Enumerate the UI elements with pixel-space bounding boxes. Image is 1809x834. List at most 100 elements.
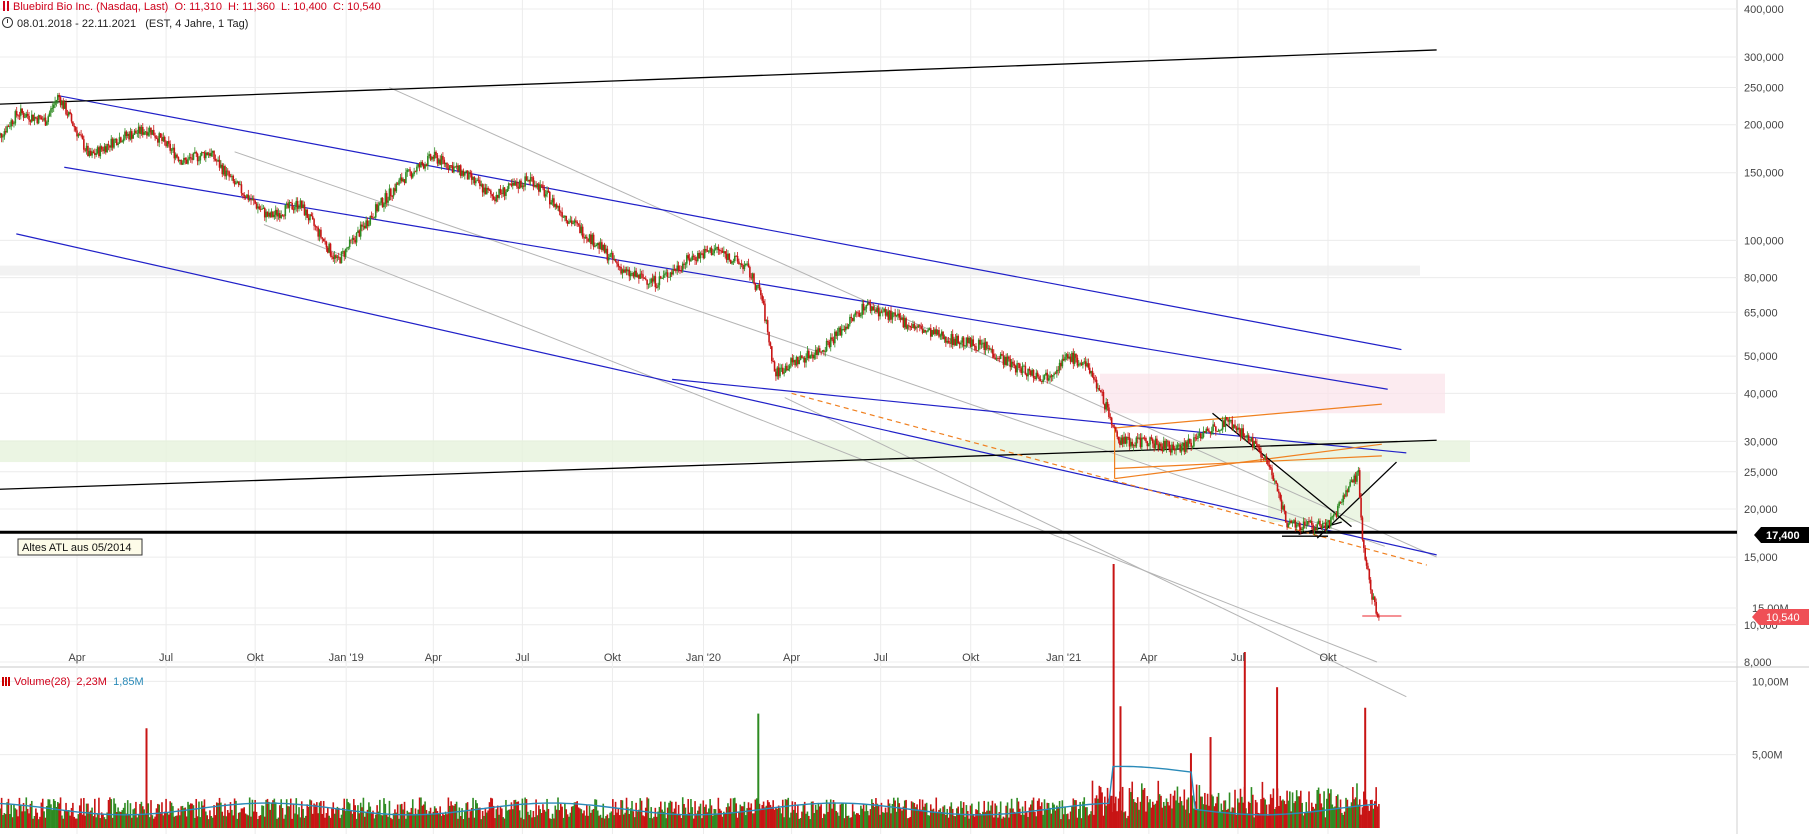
candle-body — [1017, 363, 1020, 365]
stock-chart[interactable]: 400,000300,000250,000200,000150,000100,0… — [0, 0, 1809, 834]
volume-bar — [1338, 807, 1340, 828]
candle-body — [1297, 523, 1299, 525]
candle-body — [72, 121, 74, 126]
volume-bar — [980, 814, 983, 828]
volume-bar — [69, 815, 71, 828]
candle-body — [765, 320, 768, 322]
volume-bar — [562, 817, 565, 828]
candle-body — [381, 198, 384, 208]
volume-bar — [866, 810, 869, 828]
candle-body — [1143, 437, 1146, 439]
volume-bar — [1009, 808, 1012, 828]
volume-bar — [1347, 807, 1350, 828]
candle-body — [572, 223, 574, 224]
volume-bar — [295, 798, 298, 828]
candle-body — [270, 211, 273, 217]
candle-body — [754, 283, 757, 290]
candle-body — [816, 349, 818, 355]
candle-body — [1076, 357, 1079, 366]
volume-bar — [612, 799, 614, 828]
candle-body — [909, 326, 912, 328]
candle-body — [1109, 417, 1112, 418]
candle-body — [845, 326, 847, 331]
candle-body — [1356, 472, 1358, 482]
candle-body — [558, 205, 561, 212]
volume-bar — [703, 806, 706, 828]
candle-body — [191, 158, 193, 160]
volume-bar — [564, 803, 566, 828]
volume-bar — [52, 799, 55, 828]
candle-body — [354, 239, 356, 243]
candle-body — [919, 325, 921, 327]
candle-body — [548, 192, 551, 205]
volume-bar — [141, 806, 144, 828]
candle-body — [707, 251, 710, 253]
old-atl-annotation[interactable]: Altes ATL aus 05/2014 — [17, 538, 143, 556]
volume-bar — [258, 815, 261, 828]
candle-body — [232, 175, 235, 182]
time-tick-label: Okt — [604, 652, 621, 664]
volume-bar — [953, 815, 955, 828]
candle-body — [318, 229, 321, 237]
candle-body — [679, 270, 681, 271]
candle-body — [52, 104, 55, 109]
volume-bar — [84, 815, 87, 828]
candle-body — [1069, 356, 1072, 362]
volume-bar — [188, 804, 191, 828]
volume-bar — [340, 814, 343, 828]
volume-bar — [942, 806, 944, 828]
candle-body — [743, 265, 746, 270]
volume-bar — [505, 799, 507, 828]
volume-bar — [1299, 790, 1302, 828]
candle-body — [812, 354, 814, 359]
volume-bar — [954, 816, 957, 828]
volume-bar — [50, 804, 52, 828]
candle-body — [257, 206, 259, 209]
candle-body — [1087, 363, 1090, 368]
volume-bar — [1158, 794, 1161, 828]
volume-bar — [1197, 809, 1199, 828]
volume-bar — [279, 805, 281, 828]
volume-bar — [642, 815, 644, 828]
candle-body — [1186, 441, 1188, 448]
volume-bar — [618, 815, 621, 828]
volume-bar — [373, 818, 376, 828]
volume-bar — [596, 810, 599, 828]
candle-body — [687, 255, 690, 259]
volume-bar — [919, 799, 921, 828]
volume-bar — [783, 817, 785, 828]
volume-bar — [1098, 785, 1101, 828]
candle-body — [1232, 424, 1235, 429]
volume-bar — [1114, 796, 1117, 828]
volume-bar — [573, 802, 576, 828]
candle-body — [557, 205, 559, 208]
candle-body — [61, 100, 63, 106]
candle-body — [544, 194, 547, 197]
volume-sma-value: 1,85M — [113, 676, 144, 688]
candle-body — [44, 117, 47, 126]
candle-body — [36, 117, 39, 124]
candle-body — [1345, 490, 1347, 497]
candle-body — [779, 368, 781, 377]
candle-body — [177, 157, 180, 162]
clock-icon — [2, 17, 13, 28]
candle-body — [657, 285, 659, 288]
candle-body — [835, 331, 838, 336]
volume-bar — [1183, 789, 1186, 828]
volume-bar — [872, 802, 875, 828]
candle-body — [414, 171, 417, 173]
candle-body — [1175, 448, 1177, 451]
volume-bar — [287, 806, 289, 828]
volume-bar — [133, 808, 136, 828]
volume-bar — [909, 816, 912, 828]
candle-body — [99, 146, 102, 157]
candle-body — [702, 253, 705, 259]
candle-body — [442, 155, 444, 160]
volume-bar — [363, 816, 366, 828]
candle-body — [110, 138, 113, 148]
candle-body — [1098, 387, 1101, 391]
candle-body — [233, 181, 236, 185]
candle-body — [285, 203, 288, 206]
candle-body — [1291, 522, 1294, 524]
volume-bar — [380, 815, 383, 828]
